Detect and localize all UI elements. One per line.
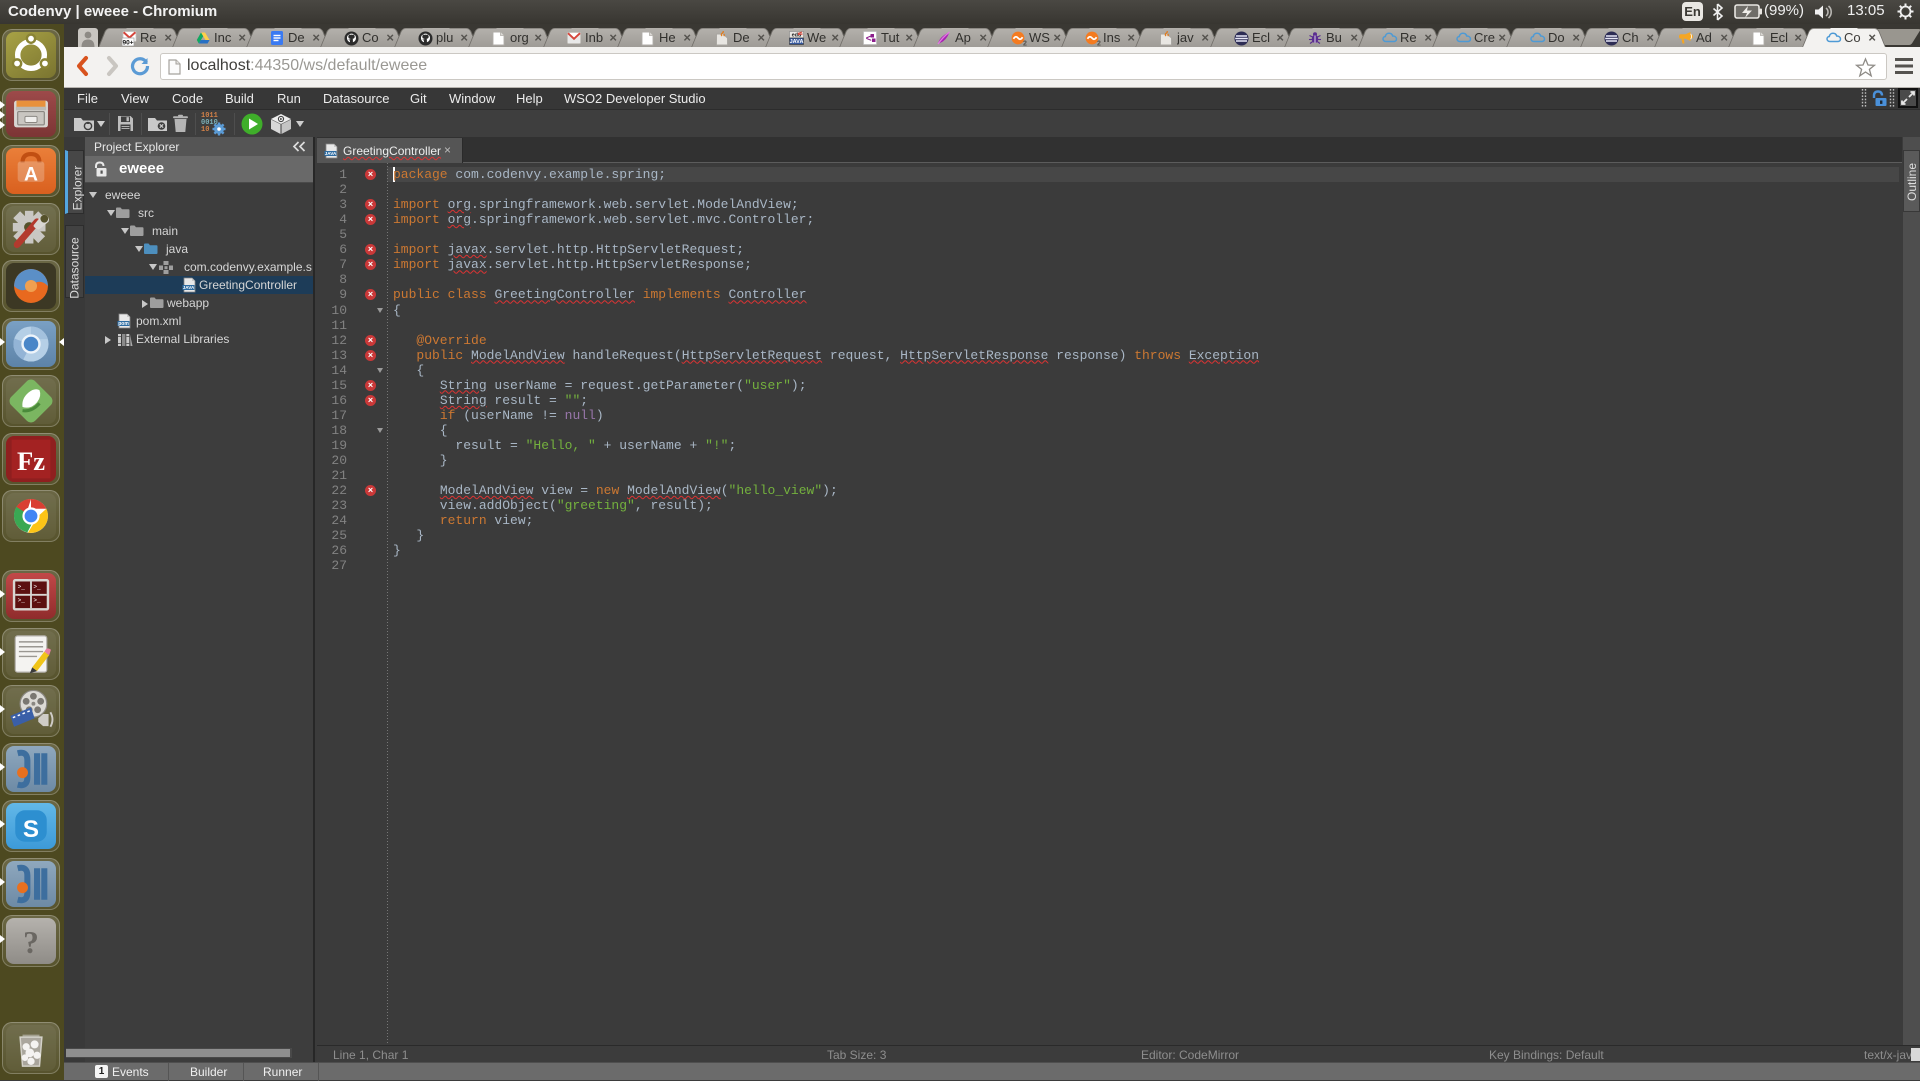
svg-text:2: 2 [1023, 41, 1027, 47]
svg-text:pom: pom [118, 321, 129, 327]
svg-text:>_: >_ [18, 597, 26, 604]
svg-text:>_: >_ [33, 597, 41, 604]
svg-text:?: ? [23, 925, 39, 960]
svg-text:2: 2 [1097, 41, 1101, 47]
svg-text:JAVA: JAVA [790, 39, 804, 45]
svg-text:>_: >_ [33, 584, 41, 591]
svg-text:>_: >_ [18, 584, 26, 591]
svg-text:JAVA: JAVA [325, 151, 337, 156]
svg-text:S: S [23, 816, 39, 843]
svg-text:Fz: Fz [17, 445, 45, 475]
svg-text:JAVA: JAVA [183, 285, 195, 290]
svg-text:edu: edu [792, 33, 802, 39]
svg-text:A: A [24, 164, 38, 186]
svg-text:90+: 90+ [122, 39, 133, 46]
